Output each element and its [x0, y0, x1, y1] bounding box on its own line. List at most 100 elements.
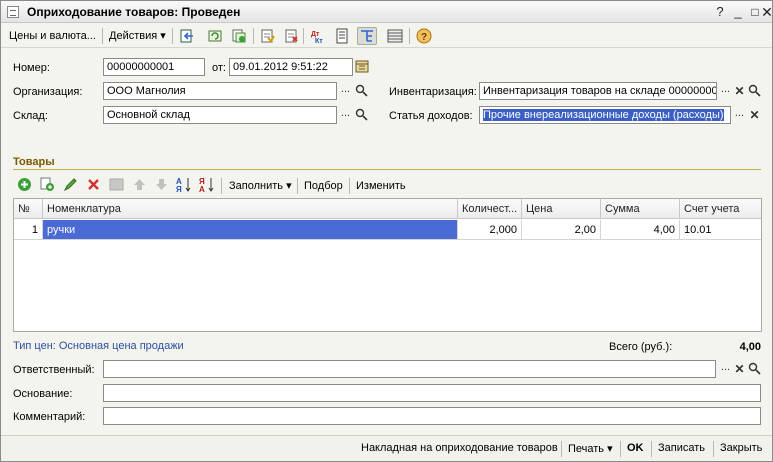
title-bar: Оприходование товаров: Проведен ? _ □ ✕ [1, 1, 773, 23]
price-type-link[interactable]: Тип цен: Основная цена продажи [13, 340, 184, 352]
nomenclature-cell[interactable]: ручки [43, 220, 458, 240]
unpost-document-icon[interactable] [283, 28, 299, 44]
comment-field[interactable] [103, 407, 761, 425]
change-button[interactable]: Изменить [356, 178, 406, 194]
dropdown-arrow-icon: ▾ [160, 30, 166, 42]
toolbar-separator [620, 441, 621, 457]
fill-label: Заполнить [229, 180, 284, 192]
inventory-field[interactable]: Инвентаризация товаров на складе 0000000… [479, 82, 717, 100]
search-icon[interactable] [355, 84, 368, 97]
column-header-price[interactable]: Цена [522, 199, 601, 219]
dropdown-arrow-icon: ▾ [607, 443, 613, 455]
svg-text:Кт: Кт [315, 38, 323, 44]
column-header-account[interactable]: Счет учета [680, 199, 761, 219]
sort-ascending-icon[interactable]: АЯ [176, 176, 192, 193]
organization-field[interactable]: ООО Магнолия [103, 82, 337, 100]
warehouse-select-button[interactable]: ... [338, 107, 353, 123]
clear-icon[interactable]: ✕ [747, 107, 762, 123]
journal-icon[interactable] [334, 28, 350, 44]
document-icon [7, 6, 19, 18]
toolbar-separator [409, 28, 410, 44]
goods-table[interactable]: № Номенклатура Количест... Цена Сумма Сч… [13, 198, 762, 332]
document-window: Оприходование товаров: Проведен ? _ □ ✕ … [0, 0, 773, 462]
toolbar-separator [651, 441, 652, 457]
svg-text:Я: Я [176, 185, 182, 193]
pick-button[interactable]: Подбор [304, 178, 343, 194]
search-icon[interactable] [748, 362, 761, 375]
goods-section-title: Товары [13, 156, 55, 168]
basis-field[interactable] [103, 384, 761, 402]
responsible-select-button[interactable]: ... [718, 361, 733, 377]
add-row-icon[interactable] [17, 177, 32, 192]
inventory-select-button[interactable]: ... [718, 83, 733, 99]
svg-text:?: ? [421, 32, 427, 43]
column-header-number[interactable]: № [14, 199, 43, 219]
clear-icon[interactable]: ✕ [732, 83, 747, 99]
prices-currency-button[interactable]: Цены и валюта... [9, 28, 96, 44]
income-item-field[interactable]: Прочие внереализационные доходы (расходы… [479, 106, 731, 124]
end-edit-icon [109, 178, 124, 191]
number-label: Номер: [13, 62, 50, 74]
print-label: Печать [568, 443, 605, 455]
basis-label: Основание: [13, 388, 73, 400]
section-divider [13, 169, 761, 170]
move-up-icon [134, 179, 145, 190]
actions-label: Действия [109, 30, 158, 42]
sum-cell[interactable]: 4,00 [601, 220, 680, 240]
invoice-print-button[interactable]: Накладная на оприходование товаров [361, 442, 558, 454]
print-menu-button[interactable]: Печать ▾ [568, 442, 613, 455]
column-header-sum[interactable]: Сумма [601, 199, 680, 219]
toolbar-separator [349, 178, 350, 194]
fill-menu-button[interactable]: Заполнить ▾ [229, 178, 292, 194]
price-cell[interactable]: 2,00 [522, 220, 601, 240]
copy-row-icon[interactable] [40, 177, 55, 192]
search-icon[interactable] [748, 84, 761, 97]
row-number-cell[interactable]: 1 [14, 220, 43, 240]
help-icon[interactable]: ? [416, 28, 432, 44]
clear-icon[interactable]: ✕ [732, 361, 747, 377]
post-and-close-icon[interactable] [179, 28, 195, 44]
income-item-select-button[interactable]: ... [732, 107, 747, 123]
debit-credit-icon[interactable]: ДтКт [310, 28, 326, 44]
quantity-cell[interactable]: 2,000 [458, 220, 522, 240]
svg-text:А: А [199, 185, 205, 193]
organization-select-button[interactable]: ... [338, 83, 353, 99]
structure-toggle-button[interactable] [357, 27, 377, 45]
calendar-icon[interactable] [355, 59, 369, 73]
edit-row-icon[interactable] [63, 177, 78, 192]
help-icon[interactable]: ? [712, 4, 728, 20]
search-icon[interactable] [355, 108, 368, 121]
toolbar-separator [253, 28, 254, 44]
delete-row-icon[interactable] [86, 177, 101, 192]
ok-button[interactable]: OK [627, 442, 644, 454]
account-cell[interactable]: 10.01 [680, 220, 761, 240]
toolbar: Цены и валюта... Действия ▾ Дт Кт ? [1, 24, 772, 48]
sort-descending-icon[interactable]: ЯА [199, 176, 215, 193]
close-button[interactable]: Закрыть [720, 442, 762, 454]
move-down-icon [156, 179, 167, 190]
toolbar-separator [561, 441, 562, 457]
dropdown-arrow-icon: ▾ [286, 180, 292, 192]
post-document-icon[interactable] [259, 28, 275, 44]
actions-menu-button[interactable]: Действия ▾ [109, 28, 166, 44]
column-header-quantity[interactable]: Количест... [458, 199, 522, 219]
responsible-field[interactable] [103, 360, 716, 378]
svg-text:Дт: Дт [311, 31, 320, 38]
copy-document-icon[interactable] [231, 28, 247, 44]
warehouse-label: Склад: [13, 110, 48, 122]
save-button[interactable]: Записать [658, 442, 705, 454]
income-item-label: Статья доходов: [389, 110, 473, 122]
toolbar-separator [713, 441, 714, 457]
number-field[interactable]: 00000000001 [103, 58, 205, 76]
structure-icon [361, 30, 373, 42]
warehouse-field[interactable]: Основной склад [103, 106, 337, 124]
comment-label: Комментарий: [13, 411, 86, 423]
column-header-nomenclature[interactable]: Номенклатура [43, 199, 458, 219]
minimize-icon[interactable]: _ [730, 4, 746, 20]
reread-icon[interactable] [207, 28, 223, 44]
list-settings-icon[interactable] [387, 28, 403, 44]
date-field[interactable]: 09.01.2012 9:51:22 [229, 58, 353, 76]
toolbar-separator [297, 178, 298, 194]
total-label: Всего (руб.): [609, 341, 673, 353]
close-icon[interactable]: ✕ [761, 4, 773, 20]
